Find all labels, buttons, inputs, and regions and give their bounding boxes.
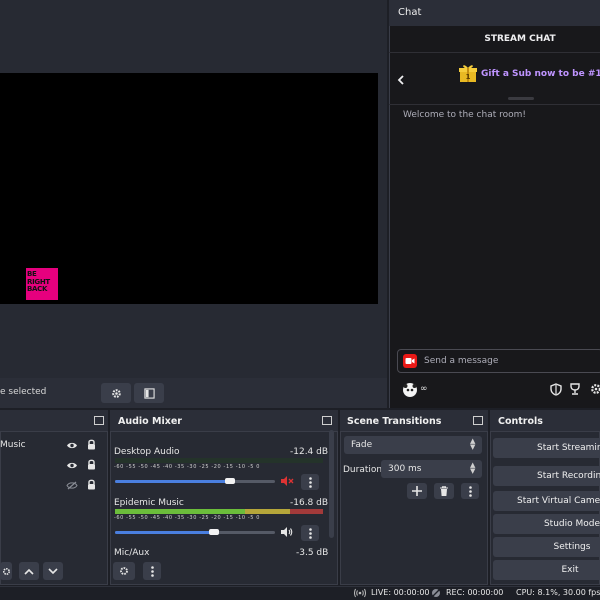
more-vertical-icon — [308, 527, 312, 539]
no-source-selected-label: e selected — [0, 387, 47, 397]
volume-slider-fill — [115, 531, 215, 534]
volume-meter — [115, 509, 323, 514]
source-toolbar — [0, 378, 387, 408]
volume-meter — [115, 458, 323, 463]
audio-settings-button[interactable] — [113, 562, 135, 580]
undock-icon[interactable] — [473, 416, 483, 425]
settings-button[interactable]: Settings — [493, 537, 600, 557]
gift-badge: 1 — [466, 73, 471, 81]
audio-mixer-title: Audio Mixer — [118, 416, 182, 427]
filters-button[interactable] — [134, 383, 164, 403]
controls-title: Controls — [498, 416, 543, 427]
lock-icon[interactable] — [86, 439, 96, 450]
meter-scale: -60 -55 -50 -45 -40 -35 -30 -25 -20 -15 … — [114, 464, 261, 470]
panda-avatar-icon — [403, 384, 417, 396]
meter-scale: -60 -55 -50 -45 -40 -35 -30 -25 -20 -15 … — [114, 515, 261, 521]
volume-slider-fill — [115, 480, 231, 483]
move-up-button[interactable] — [19, 562, 39, 580]
video-camera-icon — [403, 354, 417, 368]
filter-panel-icon — [143, 387, 155, 399]
move-down-button[interactable] — [43, 562, 63, 580]
rec-timer: REC: 00:00:00 — [446, 588, 504, 597]
avatar[interactable] — [403, 383, 417, 397]
cpu-fps-readout: CPU: 8.1%, 30.00 fps — [516, 588, 600, 597]
trash-icon — [440, 485, 448, 496]
points-infinity-label: ∞ — [420, 384, 428, 394]
chevron-up-icon — [24, 568, 34, 575]
duration-label: Duration — [343, 465, 383, 475]
sources-dock-header — [0, 410, 108, 432]
send-message-placeholder: Send a message — [424, 356, 499, 366]
audio-mixer-scrollbar[interactable] — [329, 430, 334, 538]
be-right-back-logo: BE RIGHT BACK — [26, 268, 58, 300]
gear-icon — [111, 388, 121, 398]
chevron-down-icon — [48, 567, 58, 574]
channel-level: -12.4 dB — [290, 447, 329, 457]
chat-dock — [389, 0, 600, 408]
trophy-icon[interactable] — [568, 382, 582, 396]
scene-transitions-title: Scene Transitions — [347, 416, 442, 427]
speaker-icon[interactable] — [280, 526, 294, 538]
welcome-message: Welcome to the chat room! — [403, 110, 527, 120]
volume-slider[interactable] — [115, 531, 275, 534]
sources-dock — [0, 410, 108, 585]
gift-icon: 1 — [458, 63, 478, 83]
channel-name: Mic/Aux — [114, 548, 150, 558]
duration-value: 300 ms — [388, 464, 422, 474]
start-streaming-button[interactable]: Start Streaming — [493, 438, 600, 458]
transition-menu-button[interactable] — [461, 483, 479, 499]
live-signal-icon — [354, 588, 366, 598]
exit-button[interactable]: Exit — [493, 560, 600, 580]
eye-icon[interactable] — [66, 460, 78, 470]
audio-menu-button[interactable] — [143, 562, 161, 580]
status-bar — [0, 586, 600, 600]
logo-line-3: BACK — [27, 285, 48, 293]
channel-menu-button[interactable] — [301, 525, 319, 541]
drag-handle[interactable] — [508, 97, 534, 100]
more-vertical-icon — [150, 565, 154, 577]
rec-disabled-icon — [431, 588, 441, 598]
chat-back-button[interactable] — [395, 72, 407, 88]
channel-name: Desktop Audio — [114, 447, 180, 457]
volume-slider-handle[interactable] — [209, 529, 220, 535]
stream-chat-title: STREAM CHAT — [484, 34, 556, 44]
eye-hidden-icon[interactable] — [66, 480, 78, 490]
gift-sub-promo[interactable]: Gift a Sub now to be #1! — [481, 69, 600, 79]
spinner-arrows-icon[interactable]: ▲ ▼ — [470, 462, 475, 475]
chat-settings-gear-icon[interactable] — [589, 382, 600, 396]
lock-icon[interactable] — [86, 459, 96, 470]
add-transition-button[interactable] — [407, 483, 427, 499]
eye-icon[interactable] — [66, 440, 78, 450]
more-vertical-icon — [468, 485, 472, 497]
shield-icon[interactable] — [549, 382, 563, 396]
remove-transition-button[interactable] — [434, 483, 454, 499]
source-properties-button[interactable] — [0, 562, 12, 580]
undock-icon[interactable] — [94, 416, 104, 425]
chevron-left-icon — [397, 75, 404, 85]
channel-menu-button[interactable] — [301, 474, 319, 490]
studio-mode-button[interactable]: Studio Mode — [493, 514, 600, 534]
chat-divider — [389, 52, 600, 53]
transition-select-value: Fade — [351, 440, 373, 450]
channel-name: Epidemic Music — [114, 498, 184, 508]
live-timer: LIVE: 00:00:00 — [371, 588, 430, 597]
start-recording-button[interactable]: Start Recording — [493, 466, 600, 486]
plus-icon — [412, 486, 422, 496]
lock-icon[interactable] — [86, 479, 96, 490]
chat-divider — [389, 104, 600, 105]
updown-arrows-icon: ▲ ▼ — [470, 437, 476, 451]
properties-button[interactable] — [101, 383, 131, 403]
volume-slider[interactable] — [115, 480, 275, 483]
channel-level: -3.5 dB — [296, 548, 329, 558]
source-item-music[interactable]: Music — [0, 440, 26, 450]
speaker-muted-icon[interactable] — [280, 475, 294, 487]
gear-icon — [120, 567, 128, 575]
chat-dock-title: Chat — [398, 7, 422, 18]
undock-icon[interactable] — [322, 416, 332, 425]
more-vertical-icon — [308, 476, 312, 488]
volume-slider-handle[interactable] — [225, 478, 236, 484]
channel-level: -16.8 dB — [290, 498, 329, 508]
gear-icon — [2, 567, 10, 575]
start-virtual-camera-button[interactable]: Start Virtual Camera — [493, 491, 600, 511]
